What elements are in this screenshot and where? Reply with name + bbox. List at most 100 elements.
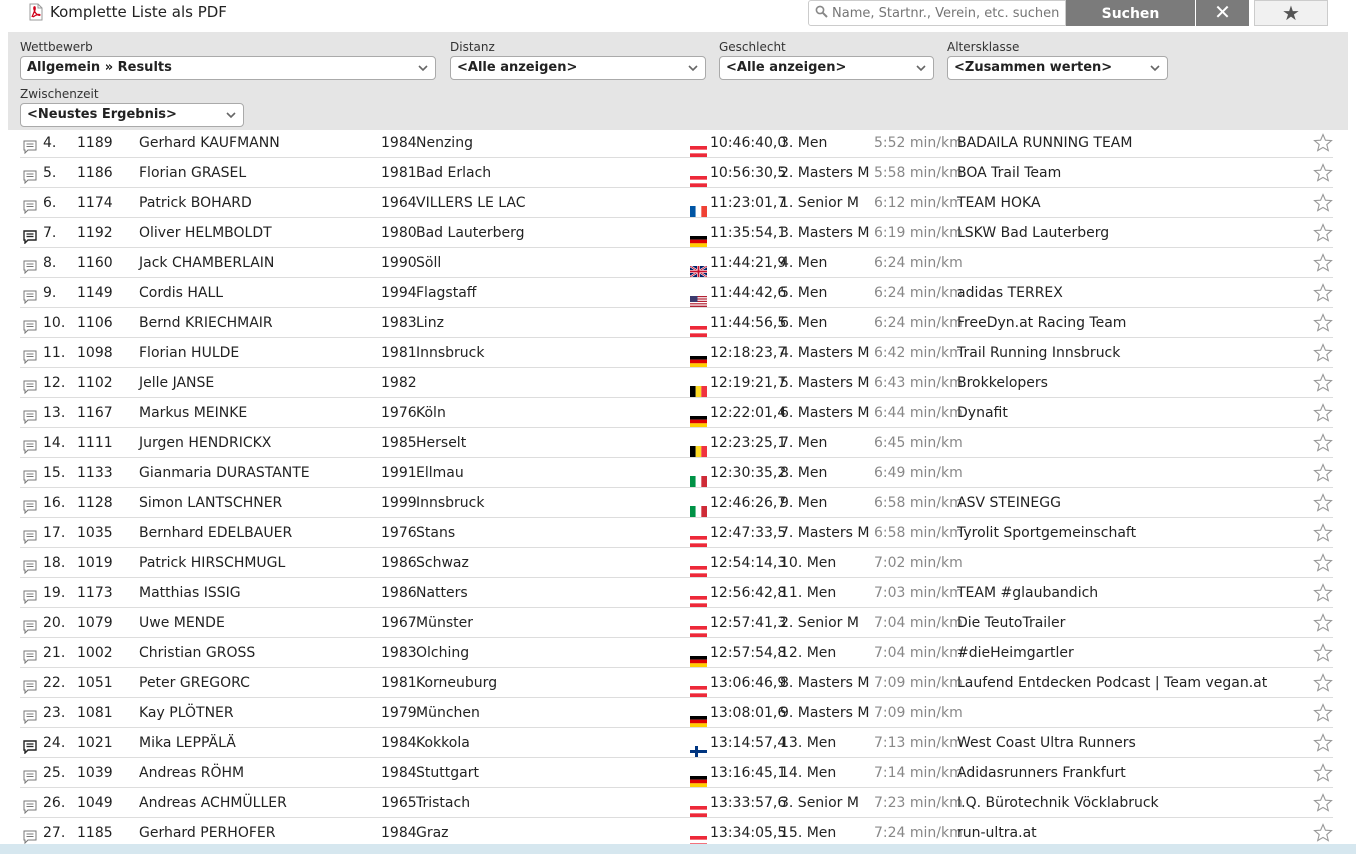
comment-icon[interactable]	[23, 375, 37, 395]
search-button[interactable]: Suchen	[1066, 0, 1195, 26]
table-row[interactable]: 10. 1106 Bernd KRIECHMAIR 1983 Linz 11:44:56,…	[20, 308, 1333, 338]
favorite-star-icon[interactable]	[1313, 488, 1333, 518]
age-class-select[interactable]: <Zusammen werten>	[947, 56, 1168, 80]
athlete-name[interactable]: Andreas RÖHM	[139, 758, 244, 788]
athlete-name[interactable]: Kay PLÖTNER	[139, 698, 234, 728]
favorite-star-icon[interactable]	[1313, 158, 1333, 188]
comment-icon[interactable]	[23, 225, 37, 245]
favorite-star-icon[interactable]	[1313, 218, 1333, 248]
table-row[interactable]: 22. 1051 Peter GREGORC 1981 Korneuburg 13:06:…	[20, 668, 1333, 698]
table-row[interactable]: 24. 1021 Mika LEPPÄLÄ 1984 Kokkola 13:14:57,4…	[20, 728, 1333, 758]
table-row[interactable]: 7. 1192 Oliver HELMBOLDT 1980 Bad Lauterberg…	[20, 218, 1333, 248]
table-row[interactable]: 6. 1174 Patrick BOHARD 1964 VILLERS LE LAC 11…	[20, 188, 1333, 218]
comment-icon[interactable]	[23, 765, 37, 785]
comment-icon[interactable]	[23, 675, 37, 695]
comment-icon[interactable]	[23, 825, 37, 845]
athlete-name[interactable]: Cordis HALL	[139, 278, 223, 308]
table-row[interactable]: 12. 1102 Jelle JANSE 1982 12:19:21,7 5. Maste…	[20, 368, 1333, 398]
search-input[interactable]	[832, 5, 1062, 21]
athlete-name[interactable]: Gerhard KAUFMANN	[139, 128, 280, 158]
comment-icon[interactable]	[23, 165, 37, 185]
athlete-name[interactable]: Jelle JANSE	[139, 368, 214, 398]
table-row[interactable]: 18. 1019 Patrick HIRSCHMUGL 1986 Schwaz 12:54…	[20, 548, 1333, 578]
table-row[interactable]: 21. 1002 Christian GROSS 1983 Olching 12:57:5…	[20, 638, 1333, 668]
athlete-name[interactable]: Florian GRASEL	[139, 158, 246, 188]
favorite-star-icon[interactable]	[1313, 398, 1333, 428]
table-row[interactable]: 20. 1079 Uwe MENDE 1967 Münster 12:57:41,3 2. …	[20, 608, 1333, 638]
comment-icon[interactable]	[23, 465, 37, 485]
athlete-name[interactable]: Bernhard EDELBAUER	[139, 518, 292, 548]
favorite-star-icon[interactable]	[1313, 788, 1333, 818]
table-row[interactable]: 5. 1186 Florian GRASEL 1981 Bad Erlach 10:56:…	[20, 158, 1333, 188]
table-row[interactable]: 16. 1128 Simon LANTSCHNER 1999 Innsbruck 12:4…	[20, 488, 1333, 518]
athlete-name[interactable]: Mika LEPPÄLÄ	[139, 728, 236, 758]
table-row[interactable]: 15. 1133 Gianmaria DURASTANTE 1991 Ellmau 12:…	[20, 458, 1333, 488]
favorite-star-icon[interactable]	[1313, 458, 1333, 488]
favorite-star-icon[interactable]	[1313, 518, 1333, 548]
athlete-name[interactable]: Andreas ACHMÜLLER	[139, 788, 287, 818]
distance-select[interactable]: <Alle anzeigen>	[450, 56, 706, 80]
athlete-name[interactable]: Florian HULDE	[139, 338, 239, 368]
favorite-star-icon[interactable]	[1313, 728, 1333, 758]
favorite-star-icon[interactable]	[1313, 638, 1333, 668]
favorites-button[interactable]: ★	[1254, 0, 1328, 26]
athlete-name[interactable]: Christian GROSS	[139, 638, 255, 668]
table-row[interactable]: 23. 1081 Kay PLÖTNER 1979 München 13:08:01,6 9…	[20, 698, 1333, 728]
comment-icon[interactable]	[23, 405, 37, 425]
table-row[interactable]: 8. 1160 Jack CHAMBERLAIN 1990 Söll 11:44:21,9…	[20, 248, 1333, 278]
comment-icon[interactable]	[23, 525, 37, 545]
table-row[interactable]: 25. 1039 Andreas RÖHM 1984 Stuttgart 13:16:45…	[20, 758, 1333, 788]
favorite-star-icon[interactable]	[1313, 578, 1333, 608]
comment-icon[interactable]	[23, 195, 37, 215]
pdf-download-link[interactable]: Komplette Liste als PDF	[28, 3, 227, 21]
favorite-star-icon[interactable]	[1313, 368, 1333, 398]
table-row[interactable]: 13. 1167 Markus MEINKE 1976 Köln 12:22:01,4 6.…	[20, 398, 1333, 428]
athlete-name[interactable]: Uwe MENDE	[139, 608, 225, 638]
athlete-name[interactable]: Jurgen HENDRICKX	[139, 428, 271, 458]
athlete-name[interactable]: Bernd KRIECHMAIR	[139, 308, 273, 338]
favorite-star-icon[interactable]	[1313, 608, 1333, 638]
athlete-name[interactable]: Peter GREGORC	[139, 668, 250, 698]
table-row[interactable]: 26. 1049 Andreas ACHMÜLLER 1965 Tristach 13:3…	[20, 788, 1333, 818]
favorite-star-icon[interactable]	[1313, 668, 1333, 698]
favorite-star-icon[interactable]	[1313, 188, 1333, 218]
athlete-name[interactable]: Patrick HIRSCHMUGL	[139, 548, 285, 578]
gender-select[interactable]: <Alle anzeigen>	[719, 56, 934, 80]
comment-icon[interactable]	[23, 555, 37, 575]
comment-icon[interactable]	[23, 315, 37, 335]
comment-icon[interactable]	[23, 705, 37, 725]
table-row[interactable]: 19. 1173 Matthias ISSIG 1986 Natters 12:56:42…	[20, 578, 1333, 608]
athlete-name[interactable]: Oliver HELMBOLDT	[139, 218, 272, 248]
favorite-star-icon[interactable]	[1313, 338, 1333, 368]
athlete-name[interactable]: Simon LANTSCHNER	[139, 488, 282, 518]
comment-icon[interactable]	[23, 615, 37, 635]
comment-icon[interactable]	[23, 435, 37, 455]
comment-icon[interactable]	[23, 345, 37, 365]
table-row[interactable]: 17. 1035 Bernhard EDELBAUER 1976 Stans 12:47:…	[20, 518, 1333, 548]
clear-search-button[interactable]: ✕	[1196, 0, 1249, 26]
favorite-star-icon[interactable]	[1313, 758, 1333, 788]
athlete-name[interactable]: Gianmaria DURASTANTE	[139, 458, 310, 488]
comment-icon[interactable]	[23, 135, 37, 155]
favorite-star-icon[interactable]	[1313, 308, 1333, 338]
comment-icon[interactable]	[23, 585, 37, 605]
comment-icon[interactable]	[23, 795, 37, 815]
split-select[interactable]: <Neustes Ergebnis>	[20, 103, 244, 127]
search-box[interactable]	[808, 0, 1066, 26]
athlete-name[interactable]: Matthias ISSIG	[139, 578, 241, 608]
competition-select[interactable]: Allgemein » Results	[20, 56, 436, 80]
favorite-star-icon[interactable]	[1313, 248, 1333, 278]
table-row[interactable]: 4. 1189 Gerhard KAUFMANN 1984 Nenzing 10:46:4…	[20, 128, 1333, 158]
favorite-star-icon[interactable]	[1313, 698, 1333, 728]
comment-icon[interactable]	[23, 285, 37, 305]
athlete-name[interactable]: Markus MEINKE	[139, 398, 247, 428]
comment-icon[interactable]	[23, 255, 37, 275]
favorite-star-icon[interactable]	[1313, 278, 1333, 308]
table-row[interactable]: 11. 1098 Florian HULDE 1981 Innsbruck 12:18:2…	[20, 338, 1333, 368]
comment-icon[interactable]	[23, 735, 37, 755]
athlete-name[interactable]: Patrick BOHARD	[139, 188, 252, 218]
favorite-star-icon[interactable]	[1313, 128, 1333, 158]
table-row[interactable]: 9. 1149 Cordis HALL 1994 Flagstaff 11:44:42,6…	[20, 278, 1333, 308]
favorite-star-icon[interactable]	[1313, 428, 1333, 458]
comment-icon[interactable]	[23, 495, 37, 515]
